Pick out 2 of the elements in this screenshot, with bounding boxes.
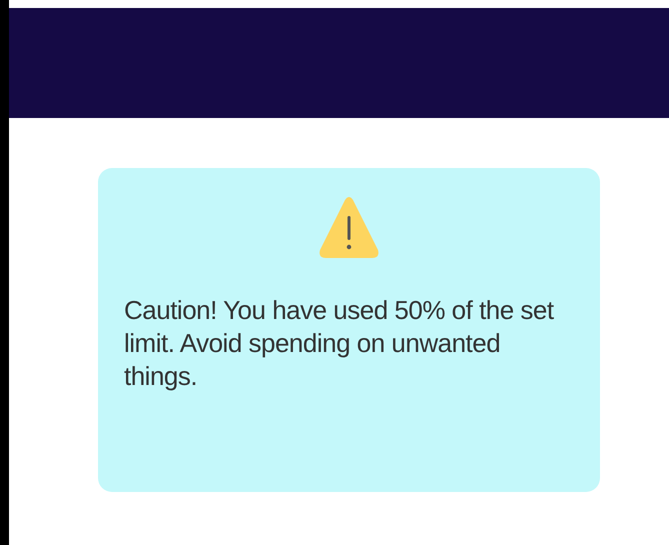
warning-icon (318, 194, 380, 260)
caution-message: Caution! You have used 50% of the set limit. Avoid spending on unwanted things. (124, 294, 555, 393)
